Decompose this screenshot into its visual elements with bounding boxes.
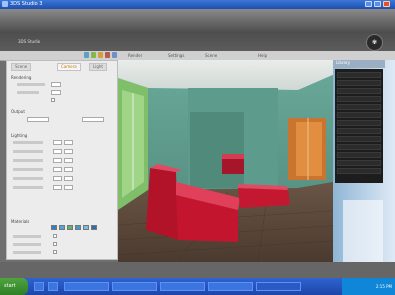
row-label <box>13 251 41 254</box>
app-icon <box>2 1 8 7</box>
list-item[interactable] <box>337 104 381 110</box>
section-rendering: Rendering <box>11 75 32 80</box>
minimize-button[interactable] <box>365 1 372 7</box>
library-title: Library <box>333 60 385 68</box>
row-label <box>17 91 39 94</box>
checkbox[interactable] <box>53 242 57 246</box>
list-item[interactable] <box>337 160 381 166</box>
brand-logo: ✾ <box>366 34 383 51</box>
value-field[interactable] <box>53 176 62 181</box>
section-materials: Materials <box>11 219 30 224</box>
color-swatch[interactable] <box>83 225 89 230</box>
toolbar-label-render[interactable]: Render <box>128 53 142 58</box>
library-panel: Library <box>333 60 395 262</box>
list-item[interactable] <box>337 168 381 174</box>
toolbar-label-settings[interactable]: Settings <box>168 53 184 58</box>
tab-camera[interactable]: Camera <box>57 63 81 71</box>
width-field[interactable] <box>27 117 49 122</box>
row-label <box>13 235 41 238</box>
height-field[interactable] <box>82 117 104 122</box>
value-field[interactable] <box>64 176 73 181</box>
color-swatch[interactable] <box>67 225 73 230</box>
value-field[interactable] <box>64 158 73 163</box>
value-field[interactable] <box>53 185 62 190</box>
taskbar-item[interactable] <box>48 282 58 291</box>
toolbar-label-scene[interactable]: Scene <box>205 53 217 58</box>
rendered-room-scene <box>118 60 344 262</box>
save-icon[interactable] <box>91 52 96 58</box>
tab-light[interactable]: Light <box>89 63 107 71</box>
section-output: Output <box>11 109 25 114</box>
list-item[interactable] <box>337 72 381 78</box>
app-header: 3DS Studio ✾ <box>0 9 395 51</box>
list-item[interactable] <box>337 96 381 102</box>
taskbar-item[interactable] <box>256 282 301 291</box>
status-area <box>0 262 395 278</box>
row-label <box>13 141 43 144</box>
taskbar: start 2:15 PM <box>0 278 395 295</box>
value-field[interactable] <box>64 149 73 154</box>
value-field[interactable] <box>51 90 61 95</box>
list-item[interactable] <box>337 152 381 158</box>
value-field[interactable] <box>53 149 62 154</box>
row-label <box>13 177 43 180</box>
library-list <box>335 69 383 183</box>
tab-scene[interactable]: Scene <box>11 63 32 71</box>
color-swatch[interactable] <box>59 225 65 230</box>
color-swatch[interactable] <box>75 225 81 230</box>
list-item[interactable] <box>337 80 381 86</box>
color-swatch[interactable] <box>51 225 57 230</box>
row-label <box>17 83 45 86</box>
value-field[interactable] <box>53 158 62 163</box>
window-title-bar: 3DS Studio 3 <box>0 0 395 9</box>
row-label <box>13 186 43 189</box>
window-reflection <box>343 200 383 262</box>
value-field[interactable] <box>53 140 62 145</box>
3d-viewport[interactable] <box>118 60 344 262</box>
open-icon[interactable] <box>84 52 89 58</box>
value-field[interactable] <box>64 185 73 190</box>
library-title-text: Library <box>336 60 350 65</box>
taskbar-item[interactable] <box>160 282 205 291</box>
list-item[interactable] <box>337 144 381 150</box>
system-tray: 2:15 PM <box>342 278 395 295</box>
checkbox[interactable] <box>53 250 57 254</box>
value-field[interactable] <box>64 167 73 172</box>
section-lighting: Lighting <box>11 133 28 138</box>
list-item[interactable] <box>337 128 381 134</box>
checkbox[interactable] <box>51 98 55 102</box>
taskbar-item[interactable] <box>208 282 253 291</box>
close-button[interactable] <box>383 1 390 7</box>
maximize-button[interactable] <box>374 1 381 7</box>
brand-name: 3DS Studio <box>18 39 41 44</box>
camera-icon[interactable] <box>105 52 110 58</box>
list-item[interactable] <box>337 112 381 118</box>
clock: 2:15 PM <box>375 284 392 289</box>
taskbar-item[interactable] <box>34 282 44 291</box>
start-button[interactable]: start <box>0 278 28 295</box>
color-swatch[interactable] <box>91 225 97 230</box>
row-label <box>13 150 43 153</box>
value-field[interactable] <box>53 167 62 172</box>
light-icon[interactable] <box>112 52 117 58</box>
taskbar-item[interactable] <box>64 282 109 291</box>
list-item[interactable] <box>337 88 381 94</box>
row-label <box>13 243 41 246</box>
toolbar-label-help[interactable]: Help <box>258 53 267 58</box>
checkbox[interactable] <box>53 234 57 238</box>
taskbar-item[interactable] <box>112 282 157 291</box>
window-title: 3DS Studio 3 <box>10 1 43 7</box>
value-field[interactable] <box>51 82 61 87</box>
value-field[interactable] <box>64 140 73 145</box>
list-item[interactable] <box>337 120 381 126</box>
list-item[interactable] <box>337 136 381 142</box>
row-label <box>13 159 43 162</box>
row-label <box>13 168 43 171</box>
start-label: start <box>4 283 16 289</box>
settings-panel: Scene Camera Light Rendering Output Ligh… <box>6 60 118 260</box>
render-icon[interactable] <box>98 52 103 58</box>
